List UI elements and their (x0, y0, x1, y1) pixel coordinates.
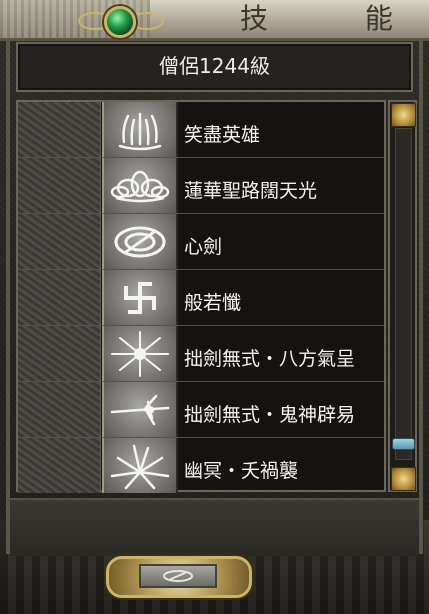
bottom-panel (10, 498, 419, 556)
skill-slot-texture (18, 326, 101, 381)
skills-window: 技 能 僧侶1244級 笑盡英雄 蓮華聖路闊天光 心劍 般若懺 拙劍無式・八方氣… (0, 0, 429, 614)
swastika-icon[interactable] (102, 270, 178, 325)
flame-burst-icon[interactable] (102, 102, 178, 157)
skill-row[interactable]: 幽冥・夭禍襲 (18, 438, 384, 494)
skill-row[interactable]: 笑盡英雄 (18, 102, 384, 158)
confirm-emblem-icon (163, 570, 193, 582)
skill-slot-texture (18, 382, 101, 437)
skill-slot-texture (18, 102, 101, 157)
radiant-burst-icon[interactable] (102, 326, 178, 381)
window-title: 技 能 (240, 2, 429, 35)
skill-row[interactable]: 拙劍無式・八方氣呈 (18, 326, 384, 382)
skill-slot-texture (18, 158, 101, 213)
scroll-track[interactable] (395, 128, 412, 460)
green-gem-icon (104, 6, 136, 38)
lotus-icon[interactable] (102, 158, 178, 213)
skill-name: 心劍 (184, 236, 223, 258)
scrollbar[interactable] (388, 100, 417, 492)
confirm-button-plate (139, 564, 217, 588)
skill-list: 笑盡英雄 蓮華聖路闊天光 心劍 般若懺 拙劍無式・八方氣呈 拙劍無式・鬼神辟易 … (16, 100, 386, 494)
skill-name: 般若懺 (184, 292, 242, 314)
sword-ring-icon[interactable] (102, 214, 178, 269)
spike-burst-icon[interactable] (102, 438, 178, 493)
skill-name: 拙劍無式・鬼神辟易 (184, 404, 356, 426)
scroll-down-icon[interactable] (391, 467, 416, 491)
scroll-thumb[interactable] (392, 437, 415, 450)
skill-slot-texture (18, 270, 101, 325)
skill-row[interactable]: 蓮華聖路闊天光 (18, 158, 384, 214)
confirm-button[interactable] (106, 556, 252, 598)
skill-name: 幽冥・夭禍襲 (184, 460, 299, 482)
skill-name: 蓮華聖路闊天光 (184, 180, 318, 202)
sword-comet-icon[interactable] (102, 382, 178, 437)
window-header[interactable]: 技 能 (0, 0, 429, 41)
skill-row[interactable]: 拙劍無式・鬼神辟易 (18, 382, 384, 438)
skill-name: 笑盡英雄 (184, 124, 261, 146)
skill-row[interactable]: 般若懺 (18, 270, 384, 326)
scroll-up-icon[interactable] (391, 103, 416, 127)
skill-slot-texture (18, 214, 101, 269)
skill-name: 拙劍無式・八方氣呈 (184, 348, 356, 370)
character-label: 僧侶1244級 (16, 42, 413, 92)
skill-slot-texture (18, 438, 101, 493)
skill-row[interactable]: 心劍 (18, 214, 384, 270)
